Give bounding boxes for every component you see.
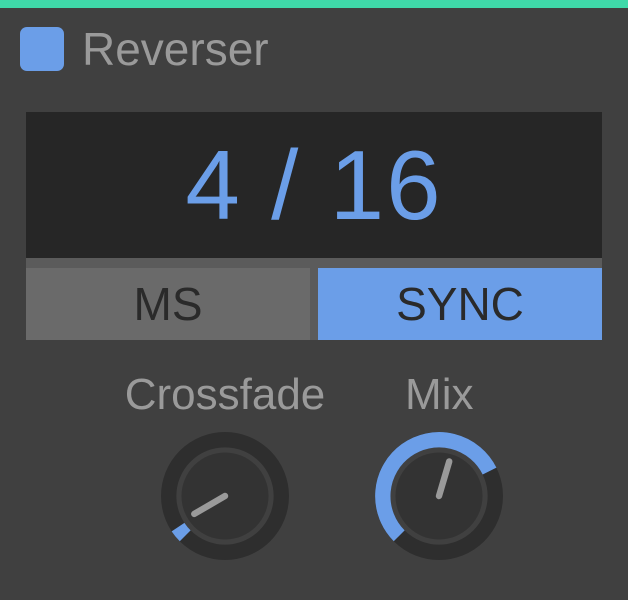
mode-sync-label: SYNC xyxy=(396,277,524,331)
top-accent-bar xyxy=(0,0,628,8)
crossfade-knob[interactable] xyxy=(161,432,289,560)
device-title: Reverser xyxy=(82,22,269,76)
time-display[interactable]: 4 / 16 xyxy=(26,112,602,258)
main-panel: 4 / 16 MS SYNC xyxy=(26,112,602,340)
device-enable-toggle[interactable] xyxy=(20,27,64,71)
crossfade-label: Crossfade xyxy=(125,370,326,420)
header: Reverser xyxy=(0,8,628,86)
mode-sync-button[interactable]: SYNC xyxy=(318,268,602,340)
mode-ms-button[interactable]: MS xyxy=(26,268,310,340)
mix-knob[interactable] xyxy=(375,432,503,560)
mode-switch-row: MS SYNC xyxy=(26,268,602,340)
crossfade-control: Crossfade xyxy=(125,370,326,560)
mix-control: Mix xyxy=(375,370,503,560)
time-display-value: 4 / 16 xyxy=(185,129,442,242)
mix-label: Mix xyxy=(405,370,473,420)
knob-row: Crossfade Mix xyxy=(0,370,628,560)
mode-ms-label: MS xyxy=(134,277,203,331)
